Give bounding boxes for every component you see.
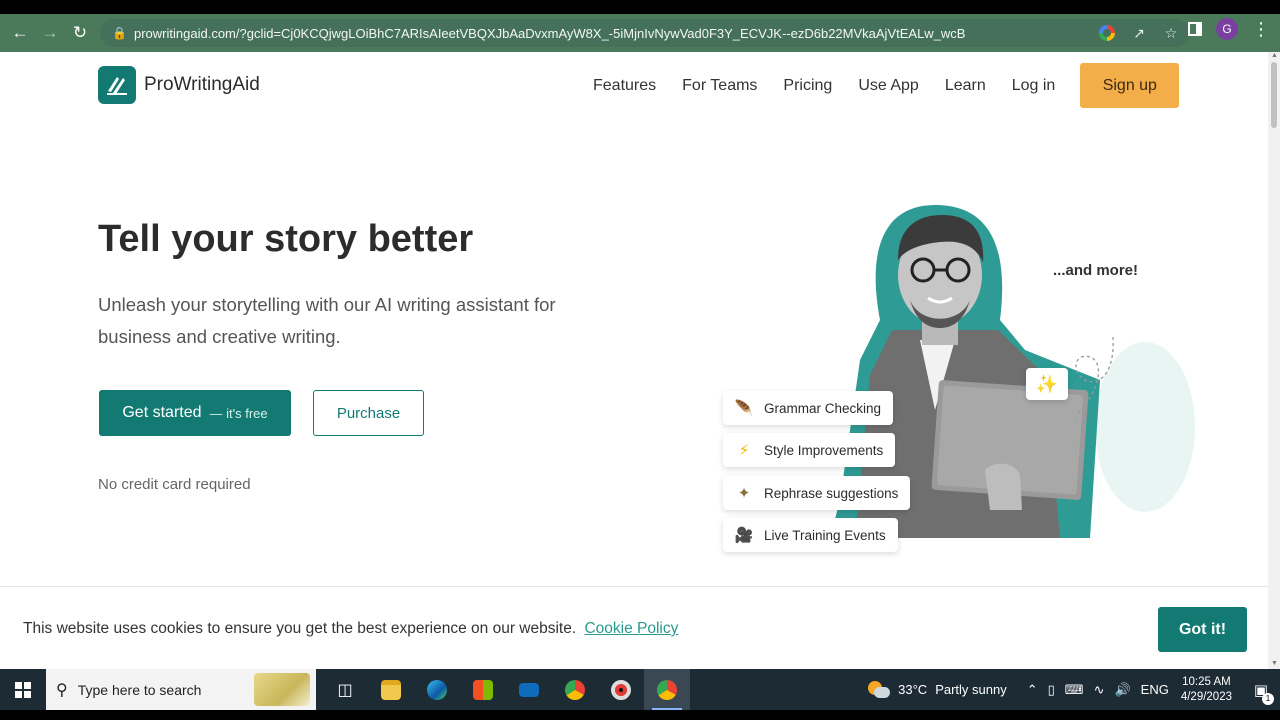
partly-sunny-icon (868, 680, 891, 699)
top-black-bar (0, 0, 1280, 14)
share-icon[interactable]: ↗ (1128, 22, 1150, 44)
cookie-policy-link[interactable]: Cookie Policy (584, 620, 678, 637)
hero-title: Tell your story better (98, 218, 474, 260)
got-it-button[interactable]: Got it! (1158, 607, 1247, 652)
nav-for-teams[interactable]: For Teams (669, 64, 770, 108)
no-credit-card-note: No credit card required (98, 476, 251, 493)
page-scrollbar[interactable]: ▲ ▼ (1268, 52, 1280, 669)
address-bar-actions: ↗ ☆ (1096, 19, 1190, 47)
weather-desc: Partly sunny (935, 682, 1007, 697)
nav-features[interactable]: Features (580, 64, 669, 108)
clock-time: 10:25 AM (1182, 675, 1231, 688)
chrome-profile-icon[interactable] (644, 669, 690, 710)
volume-icon[interactable]: 🔊 (1114, 682, 1130, 698)
record-icon[interactable] (598, 669, 644, 710)
feature-label: Live Training Events (764, 527, 886, 543)
get-started-button[interactable]: Get started — it's free (99, 390, 291, 436)
scroll-down-icon[interactable]: ▼ (1271, 660, 1278, 667)
notification-icon[interactable]: ▣ 1 (1246, 681, 1276, 705)
search-icon: ⚲ (56, 681, 68, 699)
side-panel-icon[interactable] (1188, 22, 1202, 36)
clock-date: 4/29/2023 (1180, 690, 1232, 703)
battery-icon[interactable]: ▯ (1048, 682, 1055, 698)
magic-wand-icon: ✦ (737, 485, 751, 502)
language-indicator[interactable]: ENG (1141, 682, 1169, 697)
search-highlight-image (254, 673, 310, 706)
site-logo[interactable]: ProWritingAid (98, 66, 260, 104)
dashed-loop-decor (1074, 336, 1114, 418)
address-bar[interactable]: 🔒 prowritingaid.com/?gclid=Cj0KCQjwgLOiB… (100, 19, 1190, 47)
nav-use-app[interactable]: Use App (845, 64, 931, 108)
sparkle-icon: ✨ (1026, 368, 1068, 400)
reload-icon[interactable]: ↻ (65, 18, 95, 48)
purchase-button[interactable]: Purchase (313, 390, 424, 436)
feather-icon: 🪶 (734, 400, 754, 417)
forward-icon[interactable]: → (35, 18, 65, 48)
feature-label: Grammar Checking (764, 400, 882, 416)
google-icon[interactable] (1096, 22, 1118, 44)
feature-chip: 🪶 Grammar Checking (723, 391, 894, 425)
mail-icon[interactable] (506, 669, 552, 710)
system-tray: 33°C Partly sunny ⌃ ▯ ⌨ ∿ 🔊 ENG 10:25 AM… (868, 669, 1280, 710)
menu-dots-icon[interactable]: ⋮ (1252, 20, 1270, 38)
logo-text: ProWritingAid (144, 74, 260, 95)
hero-illustration: ...and more! ✨ 🪶 Grammar Checking ⚡ Styl… (715, 192, 1195, 552)
hero-subtitle: Unleash your storytelling with our AI wr… (98, 294, 556, 347)
bottom-black-bar (0, 710, 1280, 720)
scroll-thumb[interactable] (1271, 62, 1277, 128)
feature-chip: 🎥 Live Training Events (723, 518, 898, 552)
clock[interactable]: 10:25 AM 4/29/2023 (1181, 675, 1232, 705)
star-icon[interactable]: ☆ (1160, 22, 1182, 44)
store-icon[interactable] (460, 669, 506, 710)
taskbar-apps: ◫ (322, 669, 690, 710)
windows-start-icon[interactable] (0, 669, 46, 710)
windows-taskbar: ⚲ Type here to search ◫ 33°C Partly sunn… (0, 669, 1280, 710)
free-note: — it's free (209, 405, 268, 421)
task-view-icon[interactable]: ◫ (322, 669, 368, 710)
cookie-message: This website uses cookies to ensure you … (23, 620, 577, 637)
notification-badge: 1 (1262, 692, 1274, 705)
get-started-label: Get started (122, 404, 202, 421)
video-camera-icon: 🎥 (734, 527, 754, 544)
feature-label: Rephrase suggestions (764, 485, 899, 501)
file-explorer-icon[interactable] (368, 669, 414, 710)
nav-learn[interactable]: Learn (932, 64, 999, 108)
cookie-banner: This website uses cookies to ensure you … (0, 586, 1268, 669)
search-placeholder: Type here to search (77, 681, 202, 698)
lightning-icon: ⚡ (738, 442, 750, 459)
main-nav: Features For Teams Pricing Use App Learn… (580, 63, 1180, 108)
web-page: ProWritingAid Features For Teams Pricing… (0, 52, 1268, 669)
back-icon[interactable]: ← (5, 18, 35, 48)
feature-label: Style Improvements (764, 442, 884, 458)
weather-temp: 33°C (898, 682, 928, 697)
and-more-label: ...and more! (1053, 262, 1139, 279)
feature-chip: ⚡ Style Improvements (723, 433, 896, 467)
chrome-icon[interactable] (552, 669, 598, 710)
browser-actions: G ⋮ (1188, 18, 1270, 40)
weather-widget[interactable]: 33°C Partly sunny (868, 680, 1007, 699)
scroll-up-icon[interactable]: ▲ (1271, 52, 1278, 59)
ime-icon[interactable]: ⌨ (1065, 682, 1084, 698)
cookie-text-block: This website uses cookies to ensure you … (23, 620, 678, 638)
edge-icon[interactable] (414, 669, 460, 710)
chevron-up-icon[interactable]: ⌃ (1027, 682, 1038, 698)
prowritingaid-logo-icon (98, 66, 136, 104)
tray-icons: ⌃ ▯ ⌨ ∿ 🔊 ENG (1027, 682, 1169, 698)
lock-icon: 🔒 (112, 26, 127, 40)
taskbar-search[interactable]: ⚲ Type here to search (46, 669, 316, 710)
nav-log-in[interactable]: Log in (999, 64, 1069, 108)
profile-avatar[interactable]: G (1216, 18, 1238, 40)
browser-toolbar: ← → ↻ 🔒 prowritingaid.com/?gclid=Cj0KCQj… (0, 14, 1280, 52)
url-text[interactable]: prowritingaid.com/?gclid=Cj0KCQjwgLOiBhC… (134, 26, 994, 41)
signup-button[interactable]: Sign up (1080, 63, 1180, 108)
screen: ← → ↻ 🔒 prowritingaid.com/?gclid=Cj0KCQj… (0, 0, 1280, 720)
nav-pricing[interactable]: Pricing (770, 64, 845, 108)
feature-chip: ✦ Rephrase suggestions (723, 476, 911, 510)
wifi-icon[interactable]: ∿ (1094, 682, 1105, 698)
